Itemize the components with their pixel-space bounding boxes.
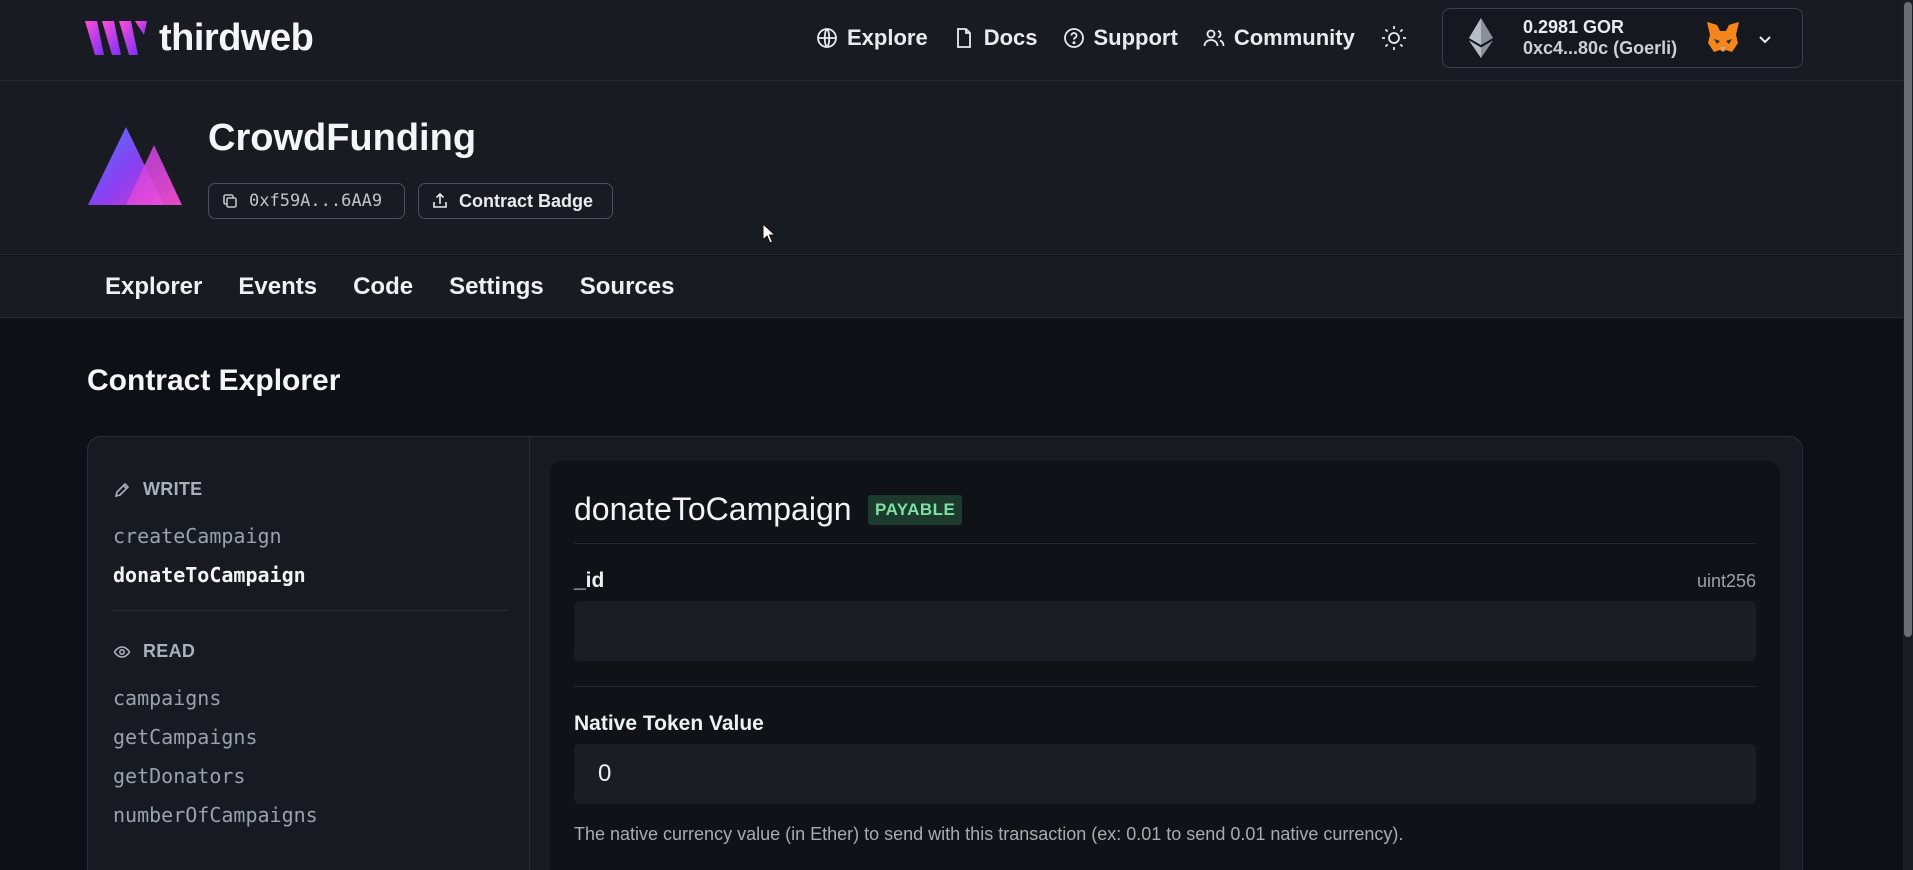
copy-address-button[interactable]: 0xf59A...6AA9 xyxy=(208,183,405,219)
function-item-donateToCampaign[interactable]: donateToCampaign xyxy=(113,563,306,587)
function-item-getCampaigns[interactable]: getCampaigns xyxy=(113,725,258,749)
tab-events[interactable]: Events xyxy=(238,273,317,301)
contract-badge-button[interactable]: Contract Badge xyxy=(418,183,613,219)
metamask-fox-icon xyxy=(1707,22,1739,52)
tab-settings[interactable]: Settings xyxy=(449,273,544,301)
nav-support-label: Support xyxy=(1093,25,1178,50)
write-heading-label: WRITE xyxy=(143,479,203,499)
mouse-pointer-icon xyxy=(762,223,776,244)
users-icon xyxy=(1203,29,1225,47)
divider xyxy=(574,543,1756,544)
tab-code[interactable]: Code xyxy=(353,273,413,301)
contract-name: CrowdFunding xyxy=(208,117,477,159)
wallet-address: 0xc4...80c (Goerli) xyxy=(1523,38,1678,58)
contract-address: 0xf59A...6AA9 xyxy=(249,191,383,211)
function-item-createCampaign[interactable]: createCampaign xyxy=(113,524,282,548)
nav-docs[interactable]: Docs xyxy=(952,25,1038,51)
function-list: WRITE createCampaign donateToCampaign RE… xyxy=(88,437,530,870)
read-group-heading: READ xyxy=(113,641,195,662)
function-form-panel: donateToCampaign PAYABLE _id uint256 Nat… xyxy=(550,461,1780,870)
function-item-getDonators[interactable]: getDonators xyxy=(113,764,245,788)
nav-docs-label: Docs xyxy=(983,25,1038,50)
thirdweb-logo-icon xyxy=(85,21,147,55)
top-navbar: thirdweb Explore Docs Support Community xyxy=(0,0,1913,81)
function-item-campaigns[interactable]: campaigns xyxy=(113,686,221,710)
eye-icon xyxy=(113,645,131,658)
param-id-label: _id xyxy=(574,569,605,592)
wallet-balance: 0.2981 GOR xyxy=(1523,17,1625,37)
read-heading-label: READ xyxy=(143,641,196,661)
nav-explore[interactable]: Explore xyxy=(815,25,928,51)
contract-header: CrowdFunding 0xf59A...6AA9 Contract Badg… xyxy=(0,81,1913,255)
param-id-type: uint256 xyxy=(1696,571,1756,591)
thirdweb-logo[interactable]: thirdweb xyxy=(85,16,314,60)
divider xyxy=(574,686,1756,687)
write-group-heading: WRITE xyxy=(113,479,203,500)
wallet-connect-button[interactable]: 0.2981 GOR 0xc4...80c (Goerli) xyxy=(1442,8,1803,68)
copy-icon xyxy=(223,194,237,208)
chevron-down-icon xyxy=(1759,36,1771,44)
ethereum-icon xyxy=(1469,18,1493,58)
contract-tabs: Explorer Events Code Settings Sources xyxy=(0,256,1913,318)
native-token-label: Native Token Value xyxy=(574,712,764,735)
help-circle-icon xyxy=(1063,28,1084,48)
payable-badge: PAYABLE xyxy=(868,495,963,525)
document-icon xyxy=(956,28,971,48)
nav-community-label: Community xyxy=(1233,25,1355,50)
tab-explorer[interactable]: Explorer xyxy=(105,273,202,301)
nav-explore-label: Explore xyxy=(847,25,928,50)
sun-icon[interactable] xyxy=(1380,24,1408,52)
contract-explorer-card: WRITE createCampaign donateToCampaign RE… xyxy=(87,436,1803,870)
main-nav: Explore Docs Support Community xyxy=(815,22,1355,54)
globe-icon xyxy=(817,28,837,48)
function-title: donateToCampaign xyxy=(574,491,852,527)
brand-name: thirdweb xyxy=(159,16,314,59)
share-upload-icon xyxy=(433,192,447,208)
pencil-icon xyxy=(114,482,130,497)
tab-sources[interactable]: Sources xyxy=(580,273,675,301)
nav-community[interactable]: Community xyxy=(1202,25,1355,51)
contract-logo xyxy=(88,127,182,205)
native-token-help: The native currency value (in Ether) to … xyxy=(574,824,1404,844)
contract-badge-label: Contract Badge xyxy=(459,190,594,211)
nav-support[interactable]: Support xyxy=(1062,25,1178,51)
param-id-input[interactable] xyxy=(574,601,1756,661)
scrollbar-thumb[interactable] xyxy=(1904,2,1912,637)
divider xyxy=(113,610,508,611)
page-title: Contract Explorer xyxy=(87,364,341,397)
native-token-input[interactable] xyxy=(574,744,1756,804)
function-item-numberOfCampaigns[interactable]: numberOfCampaigns xyxy=(113,803,318,827)
